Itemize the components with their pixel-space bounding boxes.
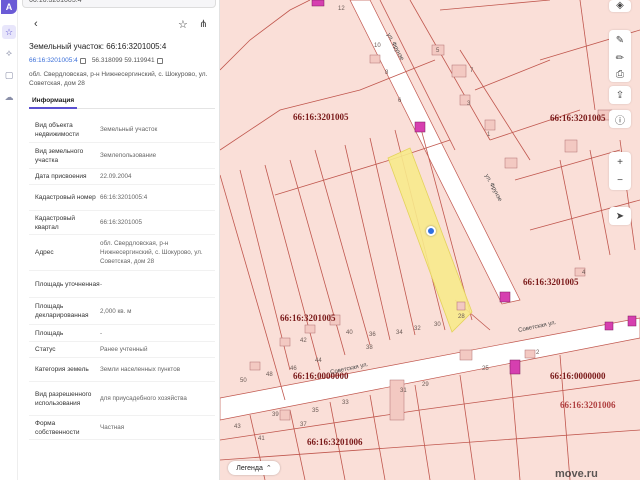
star-icon[interactable]: ☆: [2, 25, 16, 39]
quarter-label: 66:16:3201005: [280, 313, 336, 323]
house-number: 5: [436, 48, 440, 54]
zoom-control: + −: [609, 152, 631, 190]
house-number: 31: [400, 388, 407, 394]
house-number: 30: [434, 322, 441, 328]
page-title: Земельный участок: 66:16:3201005:4: [29, 42, 167, 51]
panel-toolbar: ‹ ☆ ⋔: [18, 18, 219, 34]
address-text: обл. Свердловская, р-н Нижнесергинский, …: [29, 71, 208, 87]
house-number: 43: [234, 424, 241, 430]
quarter-label: 66:16:3201006: [307, 437, 363, 447]
tab-information[interactable]: Информация: [29, 96, 78, 109]
house-number: 44: [315, 358, 322, 364]
tab-bar: Информация: [29, 96, 215, 109]
layers-icon[interactable]: ◈: [612, 0, 628, 13]
cadastral-chip[interactable]: 66:16:3201005:4: [29, 57, 86, 64]
table-row: Кадастровый номер 66:16:3201005:4: [29, 185, 215, 211]
table-row: Дата присвоения 22.09.2004: [29, 169, 215, 185]
house-number: 34: [396, 330, 403, 336]
table-row: Вид земельного участка Землепользование: [29, 143, 215, 169]
info-icon[interactable]: ⓘ: [612, 111, 628, 127]
house-number: 40: [346, 330, 353, 336]
left-rail: A ☆ ⟡ ▢ ☁: [0, 0, 18, 480]
share-icon[interactable]: ⋔: [199, 19, 207, 30]
layers-control[interactable]: ◈: [609, 0, 631, 12]
favorite-icon[interactable]: ☆: [178, 18, 188, 31]
table-row: Кадастровый квартал 66:16:3201005: [29, 211, 215, 235]
table-row: Вид объекта недвижимости Земельный участо…: [29, 117, 215, 143]
house-number: 6: [398, 98, 402, 104]
house-number: 29: [422, 382, 429, 388]
house-number: 28: [458, 314, 465, 320]
copy-icon[interactable]: [79, 57, 86, 64]
house-number: 1: [487, 132, 491, 138]
house-number: 35: [312, 408, 319, 414]
house-number: 36: [369, 332, 376, 338]
house-number: 4: [582, 270, 586, 276]
route-icon[interactable]: ⟡: [2, 46, 16, 60]
table-row: Вид разрешенного использования для приуса…: [29, 382, 215, 416]
table-row: Категория земель Земли населенных пунктов: [29, 358, 215, 382]
coords-chip[interactable]: 56.318099 59.119941: [92, 57, 163, 64]
chevron-up-icon: ⌃: [265, 465, 272, 472]
info-panel: 66:16:3201005:4 ‹ ☆ ⋔ Земельный участок:…: [18, 0, 220, 480]
house-number: 25: [482, 366, 489, 372]
zoom-in-button[interactable]: +: [612, 154, 628, 170]
quarter-label: 66:16:3201005: [523, 277, 579, 287]
table-row: Адрес обл. Свердловская, р-н Нижнесергинс…: [29, 235, 215, 271]
house-number: 8: [385, 70, 389, 76]
house-number: 2: [536, 350, 540, 356]
house-number: 42: [300, 338, 307, 344]
quarter-label: 66:16:3201006: [560, 400, 616, 410]
house-number: 48: [266, 372, 273, 378]
house-number: 32: [414, 326, 421, 332]
draw-tools: ✎ ✏ ⎙: [609, 30, 631, 82]
legend-button[interactable]: Легенда ⌃: [228, 461, 280, 475]
back-icon[interactable]: ‹: [34, 18, 38, 30]
table-row: Площадь уточненная -: [29, 271, 215, 298]
house-number: 10: [374, 43, 381, 49]
copy-icon[interactable]: [156, 57, 163, 64]
id-chips: 66:16:3201005:4 56.318099 59.119941: [29, 57, 163, 64]
house-28: [456, 301, 466, 311]
pencil-icon[interactable]: ✏: [612, 50, 628, 66]
house-number: 46: [290, 366, 297, 372]
geolocate-control[interactable]: ➤: [609, 207, 631, 225]
house-number: 37: [300, 422, 307, 428]
search-input[interactable]: 66:16:3201005:4: [22, 0, 216, 8]
zoom-out-button[interactable]: −: [612, 172, 628, 188]
attributes-table: Вид объекта недвижимости Земельный участо…: [29, 117, 215, 440]
house-number: 33: [342, 400, 349, 406]
layers-square-icon[interactable]: ▢: [2, 68, 16, 82]
house-number: 41: [258, 436, 265, 442]
watermark-logo: move.ru: [555, 468, 598, 480]
cadastral-map[interactable]: 66:16:3201005 66:16:3201005 66:16:320100…: [220, 0, 640, 480]
navigation-arrow-icon[interactable]: ➤: [612, 208, 628, 224]
ruler-icon[interactable]: ✎: [612, 32, 628, 48]
quarter-label: 66:16:3201005: [293, 112, 349, 122]
location-pin-icon[interactable]: [426, 226, 436, 236]
table-row: Форма собственности Частная: [29, 416, 215, 440]
upload-icon[interactable]: ⇪: [612, 87, 628, 103]
cloud-icon[interactable]: ☁: [2, 90, 16, 104]
upload-control[interactable]: ⇪: [609, 86, 631, 104]
app-logo[interactable]: A: [1, 0, 17, 14]
table-row: Площадь декларированная 2,000 кв. м: [29, 298, 215, 325]
house-number: 50: [240, 378, 247, 384]
house-number: 7: [470, 68, 474, 74]
info-control[interactable]: ⓘ: [609, 110, 631, 128]
quarter-label: 66:16:0000000: [550, 371, 606, 381]
quarter-label: 66:16:3201005: [550, 113, 606, 123]
table-row: Статус Ранее учтенный: [29, 342, 215, 358]
house-number: 38: [366, 345, 373, 351]
table-row: Площадь -: [29, 325, 215, 342]
house-number: 39: [272, 412, 279, 418]
house-number: 3: [467, 101, 471, 107]
house-number: 12: [338, 6, 345, 12]
print-icon[interactable]: ⎙: [612, 66, 628, 82]
